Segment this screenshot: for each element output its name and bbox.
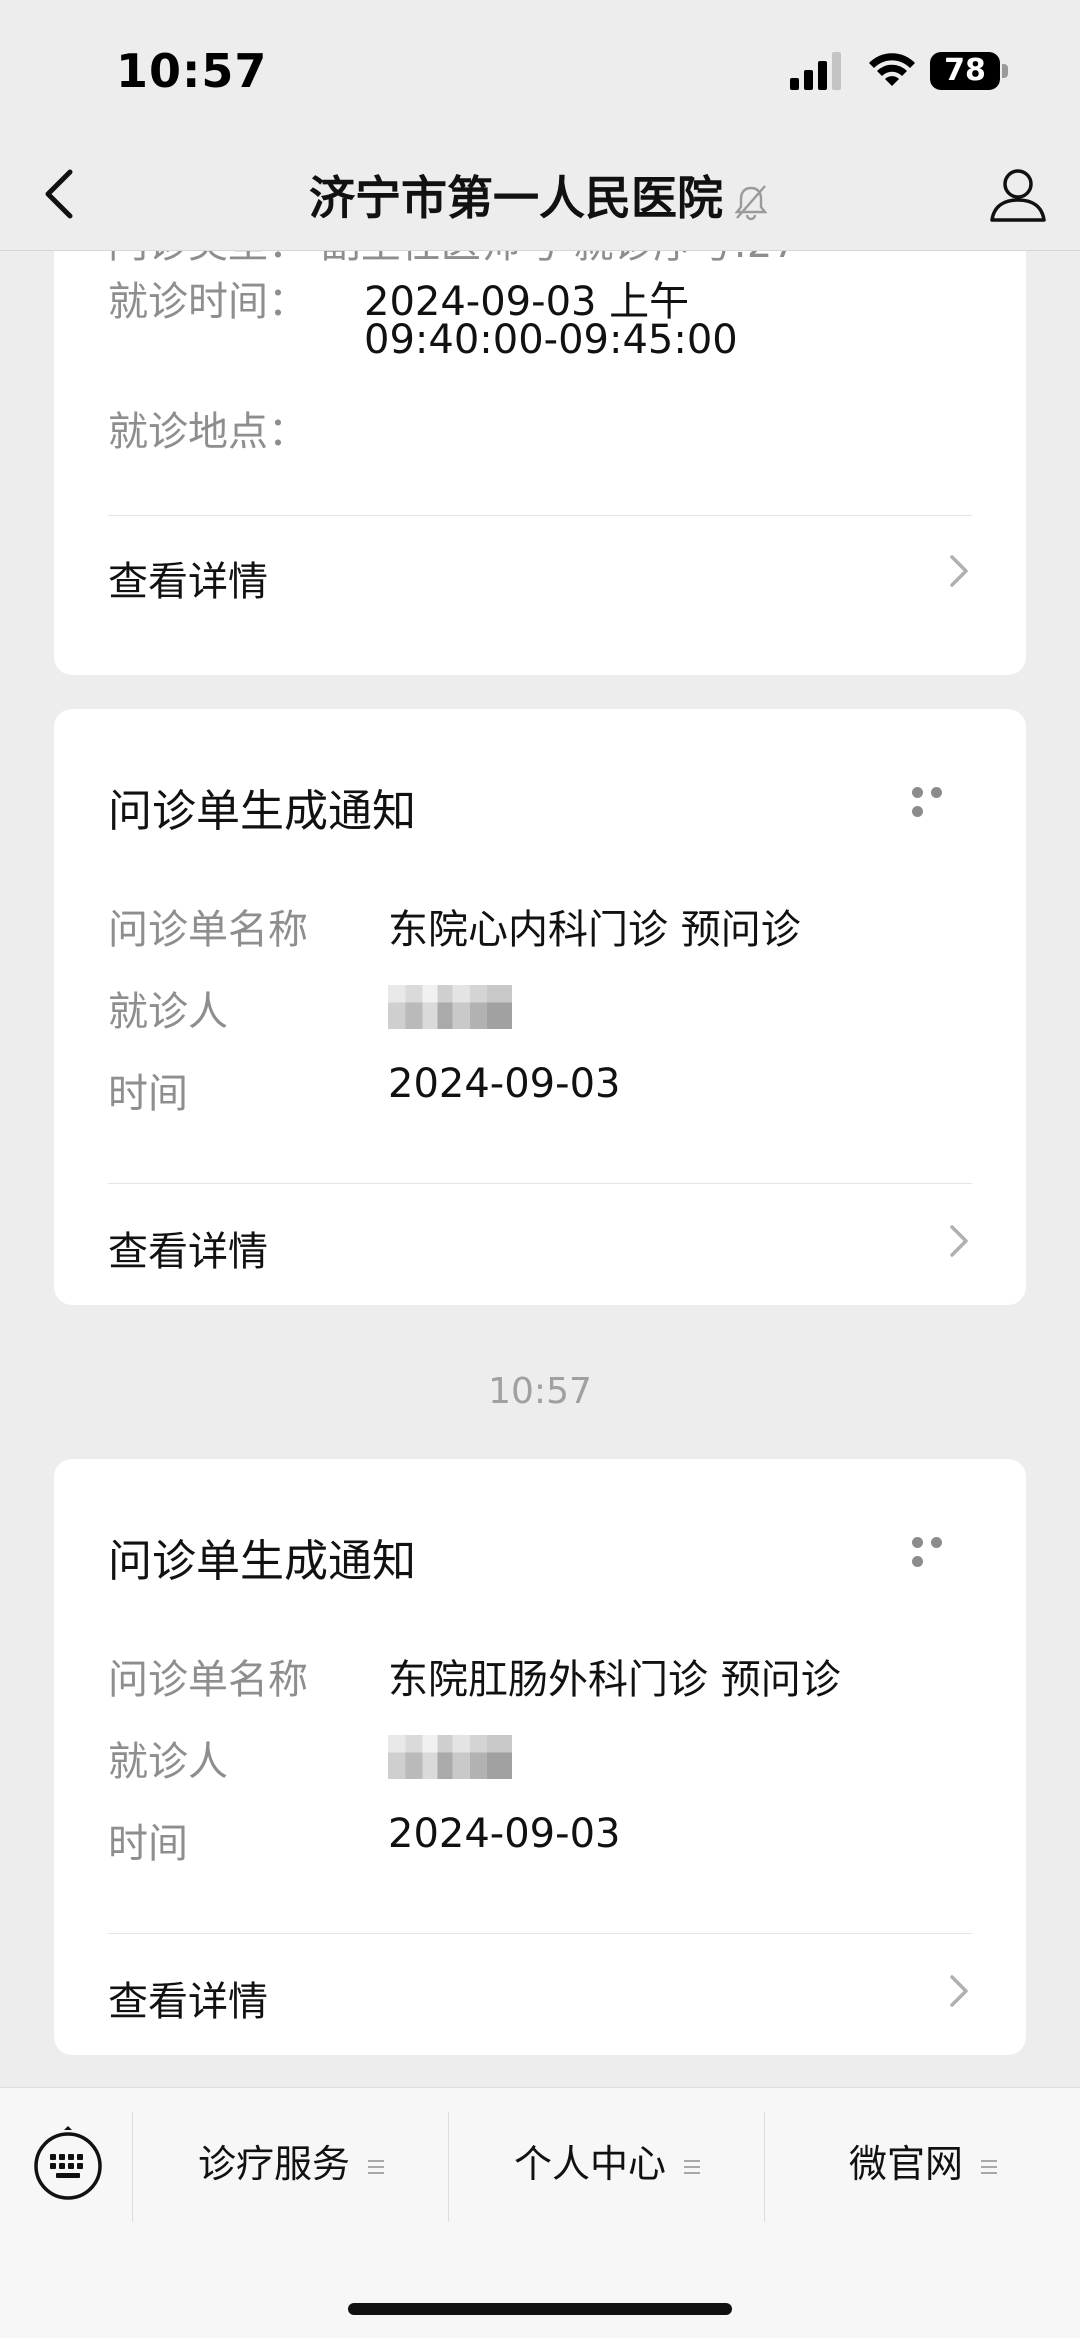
questionnaire-notice-card[interactable]: 问诊单生成通知 问诊单名称 东院心内科门诊 预问诊 就诊人 时间 2024-09… <box>54 709 1026 1305</box>
menu-diagnosis-services[interactable]: 诊疗服务 <box>134 2124 448 2204</box>
chevron-right-icon <box>950 555 968 587</box>
view-details-link[interactable]: 查看详情 <box>108 1219 268 1277</box>
menu-micro-website[interactable]: 微官网 <box>766 2124 1080 2204</box>
form-name-label: 问诊单名称 <box>108 1657 308 1703</box>
form-name-label: 问诊单名称 <box>108 907 308 953</box>
chevron-right-icon <box>950 1975 968 2007</box>
menu-label: 个人中心 <box>513 2142 666 2186</box>
chat-title: 济宁市第一人民医院 <box>0 162 1080 228</box>
patient-name-redacted <box>388 1735 512 1779</box>
cellular-signal-icon <box>790 52 841 90</box>
keyboard-toggle-icon[interactable] <box>30 2126 106 2202</box>
divider <box>108 1933 972 1934</box>
battery-level: 78 <box>944 53 986 88</box>
divider <box>108 515 972 516</box>
status-time: 10:57 <box>116 44 268 98</box>
profile-icon[interactable] <box>986 162 1050 226</box>
visit-time-value-2: 09:40:00-09:45:00 <box>364 317 738 363</box>
form-name-value: 东院肛肠外科门诊 预问诊 <box>388 1657 841 1703</box>
more-options-icon[interactable] <box>912 1533 968 1567</box>
time-label: 时间 <box>108 1821 188 1867</box>
nav-bar: 济宁市第一人民医院 <box>0 140 1080 251</box>
chevron-right-icon <box>950 1225 968 1257</box>
time-label: 时间 <box>108 1071 188 1117</box>
home-indicator[interactable] <box>348 2303 732 2315</box>
patient-label: 就诊人 <box>108 1739 228 1785</box>
form-name-value: 东院心内科门诊 预问诊 <box>388 907 801 953</box>
menu-separator <box>448 2112 449 2222</box>
wifi-icon <box>869 53 915 86</box>
submenu-lines-icon <box>684 2159 700 2174</box>
partial-row: 门诊类型： 副主任医师号 就诊序号:27 <box>108 251 798 269</box>
patient-label: 就诊人 <box>108 989 228 1035</box>
menu-separator <box>132 2112 133 2222</box>
menu-label: 微官网 <box>848 2142 963 2186</box>
patient-name-redacted <box>388 985 512 1029</box>
questionnaire-notice-card[interactable]: 问诊单生成通知 问诊单名称 东院肛肠外科门诊 预问诊 就诊人 时间 2024-0… <box>54 1459 1026 2055</box>
battery-icon: 78 <box>930 52 1010 90</box>
appointment-card: 门诊类型： 副主任医师号 就诊序号:27 就诊时间： 2024-09-03 上午… <box>54 251 1026 675</box>
bottom-menu-bar: 诊疗服务 个人中心 微官网 <box>0 2087 1080 2338</box>
hospital-name: 济宁市第一人民医院 <box>309 171 723 225</box>
status-bar: 10:57 78 <box>0 0 1080 140</box>
menu-separator <box>764 2112 765 2222</box>
time-value: 2024-09-03 <box>388 1061 621 1107</box>
view-details-link[interactable]: 查看详情 <box>108 549 268 607</box>
view-details-link[interactable]: 查看详情 <box>108 1969 268 2027</box>
submenu-lines-icon <box>981 2159 997 2174</box>
menu-label: 诊疗服务 <box>197 2142 350 2186</box>
visit-place-label: 就诊地点： <box>108 409 308 455</box>
time-value: 2024-09-03 <box>388 1811 621 1857</box>
card-title: 问诊单生成通知 <box>108 1536 416 1587</box>
more-options-icon[interactable] <box>912 783 968 817</box>
message-timestamp: 10:57 <box>488 1371 592 1412</box>
mute-bell-icon <box>734 184 768 220</box>
menu-personal-center[interactable]: 个人中心 <box>450 2124 764 2204</box>
visit-time-label: 就诊时间： <box>108 279 308 325</box>
divider <box>108 1183 972 1184</box>
submenu-lines-icon <box>368 2159 384 2174</box>
card-title: 问诊单生成通知 <box>108 786 416 837</box>
message-list[interactable]: 门诊类型： 副主任医师号 就诊序号:27 就诊时间： 2024-09-03 上午… <box>0 251 1080 2086</box>
